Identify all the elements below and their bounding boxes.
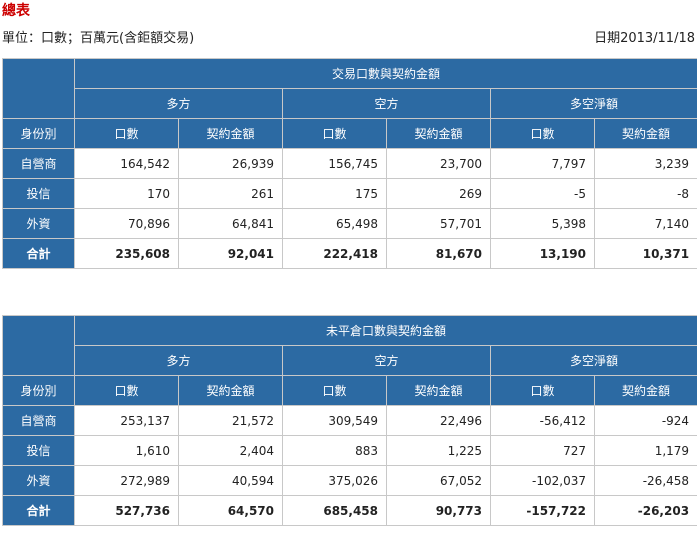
- table-cell: 21,572: [178, 405, 283, 436]
- table-cell: 170: [74, 178, 179, 209]
- page-title: 總表: [2, 3, 30, 19]
- table-row: 投信 1,610 2,404 883 1,225 727 1,179: [2, 435, 697, 466]
- column-header: 契約金額: [386, 375, 491, 406]
- table-caption: 未平倉口數與契約金額: [73, 315, 697, 346]
- table-cell: 727: [490, 435, 595, 466]
- table-cell: 527,736: [74, 495, 179, 526]
- table-cell: 2,404: [178, 435, 283, 466]
- table-cell: 90,773: [386, 495, 491, 526]
- table-cell: 10,371: [593, 238, 697, 269]
- table-cell: 156,745: [282, 148, 387, 179]
- table-cell: -924: [593, 405, 697, 436]
- table-cell: 175: [282, 178, 387, 209]
- table-cell: 22,496: [386, 405, 491, 436]
- column-header: 契約金額: [386, 118, 491, 149]
- table-cell: 164,542: [74, 148, 179, 179]
- table-cell: 81,670: [386, 238, 491, 269]
- table-cell: 26,939: [178, 148, 283, 179]
- group-header: 多方: [74, 88, 283, 119]
- column-header: 口數: [490, 118, 595, 149]
- table-cell: 375,026: [282, 465, 387, 496]
- table-cell: 40,594: [178, 465, 283, 496]
- table-cell: 883: [282, 435, 387, 466]
- summary-table-1: 交易口數與契約金額 多方 空方 多空淨額 身份別 口數 契約金額 口數 契約金額 口數 契約金額 自營…: [2, 58, 697, 269]
- table-cell: 685,458: [282, 495, 387, 526]
- table-cell: 272,989: [74, 465, 179, 496]
- table-cell: 253,137: [74, 405, 179, 436]
- table-cell: 3,239: [593, 148, 697, 179]
- table-corner: [2, 315, 75, 376]
- table-cell: 261: [178, 178, 283, 209]
- unit-label: 單位：口數；百萬元(含鉅額交易): [2, 31, 195, 46]
- table-cell: 235,608: [74, 238, 179, 269]
- table-cell: 67,052: [386, 465, 491, 496]
- row-label: 合計: [2, 238, 75, 269]
- row-header-label: 身份別: [2, 375, 75, 406]
- row-label: 自營商: [2, 148, 75, 179]
- table-row: 外資 70,896 64,841 65,498 57,701 5,398 7,140: [2, 208, 697, 239]
- table-cell: 92,041: [178, 238, 283, 269]
- table-row: 外資 272,989 40,594 375,026 67,052 -102,037 -26,…: [2, 465, 697, 496]
- group-header: 多空淨額: [489, 345, 697, 376]
- column-header: 口數: [282, 375, 387, 406]
- table-caption: 交易口數與契約金額: [73, 58, 697, 89]
- table-row: 自營商 164,542 26,939 156,745 23,700 7,797 3,239: [2, 148, 697, 179]
- table-cell: 64,570: [178, 495, 283, 526]
- table-row: 投信 170 261 175 269 -5 -8: [2, 178, 697, 209]
- table-cell: -26,458: [593, 465, 697, 496]
- column-header: 契約金額: [178, 375, 283, 406]
- table-cell: 64,841: [178, 208, 283, 239]
- table-cell: 7,140: [593, 208, 697, 239]
- group-header: 空方: [282, 88, 491, 119]
- group-header: 多空淨額: [489, 88, 697, 119]
- date-label: 日期2013/11/18: [594, 31, 695, 46]
- table-cell: 5,398: [490, 208, 595, 239]
- table-cell: -102,037: [490, 465, 595, 496]
- table-cell: -26,203: [593, 495, 697, 526]
- column-header: 口數: [74, 375, 179, 406]
- column-header: 口數: [282, 118, 387, 149]
- table-cell: 23,700: [386, 148, 491, 179]
- table-cell: 57,701: [386, 208, 491, 239]
- table-cell: 1,610: [74, 435, 179, 466]
- table-cell: 65,498: [282, 208, 387, 239]
- summary-table-2: 未平倉口數與契約金額 多方 空方 多空淨額 身份別 口數 契約金額 口數 契約金額 口數 契約金額自…: [2, 315, 697, 526]
- table-cell: -157,722: [490, 495, 595, 526]
- table-cell: -8: [593, 178, 697, 209]
- table-row: 自營商 253,137 21,572 309,549 22,496 -56,412 -924: [2, 405, 697, 436]
- table-cell: 1,225: [386, 435, 491, 466]
- column-header: 契約金額: [178, 118, 283, 149]
- table-cell: 222,418: [282, 238, 387, 269]
- row-label: 合計: [2, 495, 75, 526]
- column-header: 契約金額: [593, 118, 697, 149]
- total-row: 合計 235,608 92,041 222,418 81,670 13,190 10,371: [2, 238, 697, 269]
- row-label: 投信: [2, 178, 75, 209]
- table-cell: 1,179: [593, 435, 697, 466]
- row-label: 外資: [2, 208, 75, 239]
- group-header: 多方: [74, 345, 283, 376]
- table-cell: 7,797: [490, 148, 595, 179]
- column-header: 契約金額: [593, 375, 697, 406]
- column-header: 口數: [74, 118, 179, 149]
- row-header-label: 身份別: [2, 118, 75, 149]
- column-header: 口數: [490, 375, 595, 406]
- table-cell: -56,412: [490, 405, 595, 436]
- table-cell: 269: [386, 178, 491, 209]
- group-header: 空方: [282, 345, 491, 376]
- table-cell: 13,190: [490, 238, 595, 269]
- table-cell: -5: [490, 178, 595, 209]
- row-label: 自營商: [2, 405, 75, 436]
- row-label: 投信: [2, 435, 75, 466]
- total-row: 合計 527,736 64,570 685,458 90,773 -157,722 -26,…: [2, 495, 697, 526]
- info-bar: 單位：口數；百萬元(含鉅額交易) 日期2013/11/18: [2, 27, 695, 46]
- table-cell: 309,549: [282, 405, 387, 436]
- table-corner: [2, 58, 75, 119]
- table-cell: 70,896: [74, 208, 179, 239]
- row-label: 外資: [2, 465, 75, 496]
